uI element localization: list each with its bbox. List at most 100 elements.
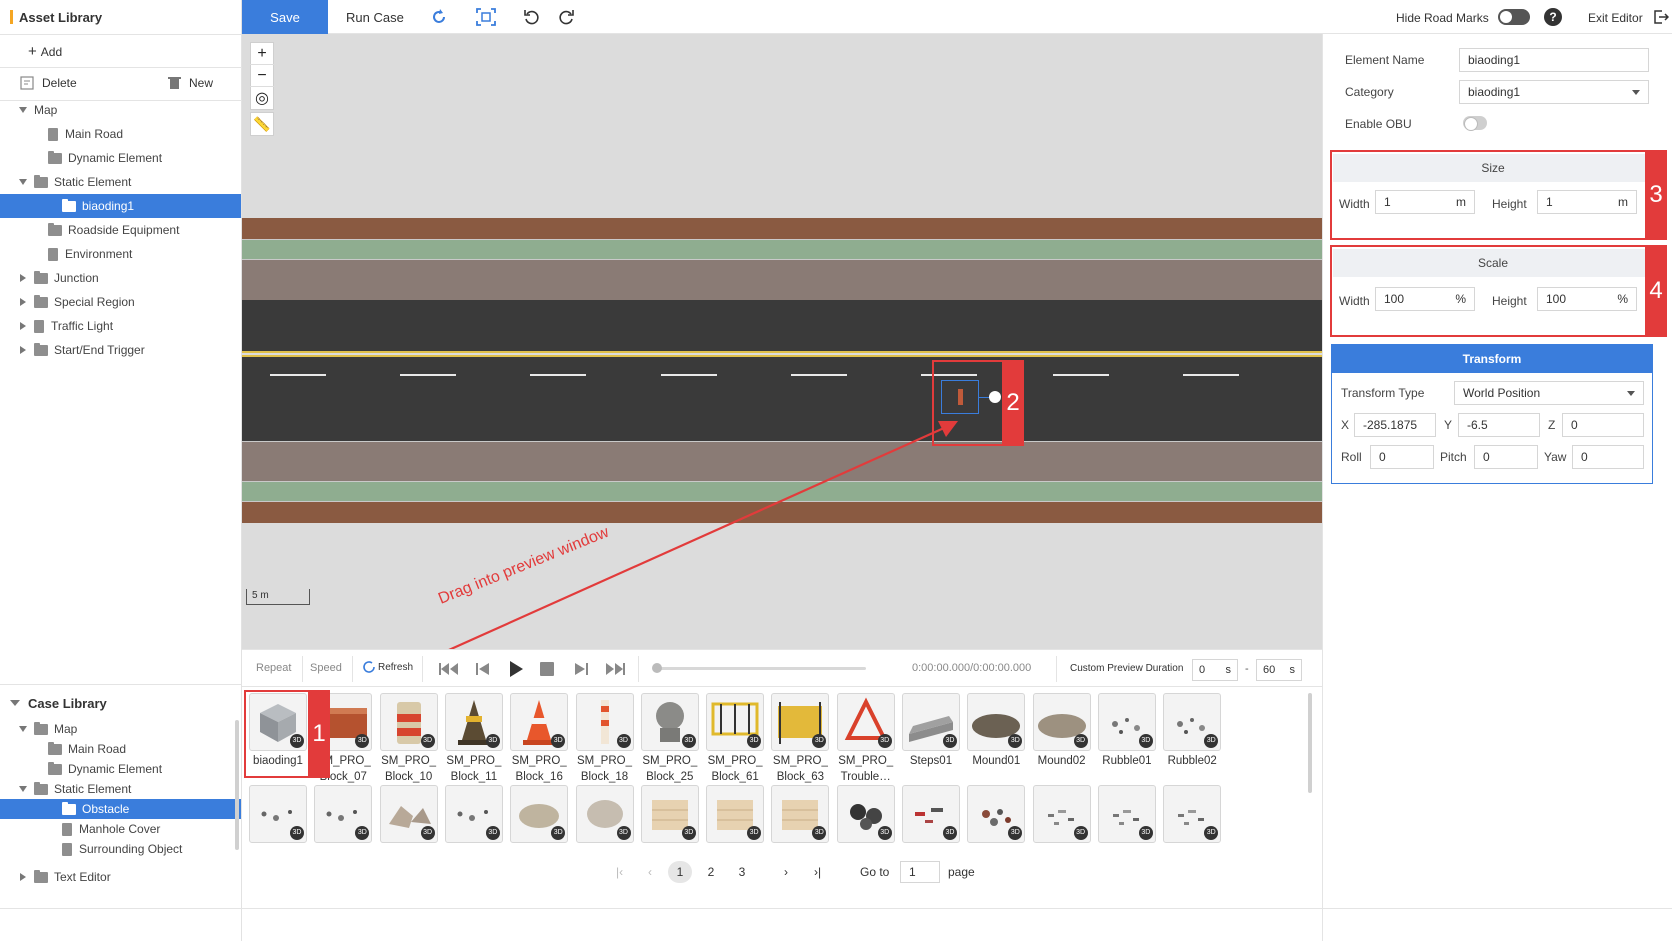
first-page-icon[interactable]: |‹ xyxy=(616,865,623,879)
asset-item[interactable]: 3D xyxy=(640,785,700,843)
asset-item[interactable]: 3D SM_PRO_ Block_11 xyxy=(444,693,504,785)
asset-item[interactable]: 3D xyxy=(379,785,439,843)
tree-item[interactable]: Roadside Equipment xyxy=(0,218,241,242)
step-back-icon[interactable] xyxy=(474,661,492,677)
asset-item[interactable]: 3D SM_PRO_ Block_61 xyxy=(705,693,765,785)
asset-item[interactable]: 3D xyxy=(444,785,504,843)
tree-item[interactable]: Map xyxy=(0,719,241,739)
pitch-input[interactable]: 0 xyxy=(1474,445,1538,469)
skip-to-start-icon[interactable] xyxy=(438,661,460,677)
element-name-input[interactable]: biaoding1 xyxy=(1459,48,1649,72)
scrollbar[interactable] xyxy=(235,720,239,850)
speed-button[interactable]: Speed xyxy=(310,662,342,674)
stop-icon[interactable] xyxy=(540,662,554,676)
tree-item[interactable]: Start/End Trigger xyxy=(0,338,241,362)
caret-down-icon[interactable] xyxy=(18,784,28,794)
tree-item[interactable]: Manhole Cover xyxy=(0,819,241,839)
transform-type-select[interactable]: World Position xyxy=(1454,381,1644,405)
repeat-button[interactable]: Repeat xyxy=(256,662,291,674)
tree-item[interactable]: Special Region xyxy=(0,290,241,314)
skip-to-end-icon[interactable] xyxy=(604,661,626,677)
asset-item[interactable]: 3D xyxy=(1162,785,1222,843)
asset-item[interactable]: 3D xyxy=(836,785,896,843)
enable-obu-toggle[interactable] xyxy=(1463,116,1487,131)
zoom-in-button[interactable]: + xyxy=(250,43,274,65)
asset-item[interactable]: 3D xyxy=(575,785,635,843)
asset-item[interactable]: 3D SM_PRO_ Block_63 xyxy=(770,693,830,785)
caret-right-icon[interactable] xyxy=(18,297,28,307)
category-select[interactable]: biaoding1 xyxy=(1459,80,1649,104)
yaw-input[interactable]: 0 xyxy=(1572,445,1644,469)
case-library-header[interactable]: Case Library xyxy=(0,686,242,720)
asset-item[interactable]: 3D xyxy=(901,785,961,843)
caret-down-icon[interactable] xyxy=(18,177,28,187)
asset-item[interactable]: 3D xyxy=(248,785,308,843)
prev-page-icon[interactable]: ‹ xyxy=(648,865,652,879)
help-icon[interactable]: ? xyxy=(1544,8,1562,26)
timeline-slider[interactable] xyxy=(656,667,866,670)
x-input[interactable]: -285.1875 xyxy=(1354,413,1436,437)
tree-item[interactable]: Dynamic Element xyxy=(0,759,241,779)
asset-item[interactable]: 3D xyxy=(1032,785,1092,843)
asset-item[interactable]: 3D xyxy=(966,785,1026,843)
tree-item[interactable]: Static Element xyxy=(0,779,241,799)
caret-right-icon[interactable] xyxy=(18,273,28,283)
tree-item[interactable]: biaoding1 xyxy=(0,194,241,218)
y-input[interactable]: -6.5 xyxy=(1458,413,1540,437)
new-button[interactable]: New xyxy=(168,76,213,90)
rotate-right-icon[interactable] xyxy=(557,8,575,26)
asset-item[interactable]: 3D xyxy=(1097,785,1157,843)
caret-right-icon[interactable] xyxy=(18,872,28,882)
duration-start-input[interactable]: 0 s xyxy=(1192,659,1238,681)
asset-item[interactable]: 3D Rubble02 xyxy=(1162,693,1222,769)
asset-item[interactable]: 3D SM_PRO_ Block_18 xyxy=(575,693,635,785)
roll-input[interactable]: 0 xyxy=(1370,445,1434,469)
page-number-button[interactable]: 1 xyxy=(668,861,692,883)
tree-item[interactable]: Environment xyxy=(0,242,241,266)
timeline-handle[interactable] xyxy=(652,663,662,673)
tree-item[interactable]: Text Editor xyxy=(0,867,241,887)
asset-item[interactable]: 3D Mound01 xyxy=(966,693,1026,769)
caret-right-icon[interactable] xyxy=(18,321,28,331)
add-button[interactable]: + Add xyxy=(28,43,62,60)
asset-item[interactable]: 3D SM_PRO_ Block_16 xyxy=(509,693,569,785)
last-page-icon[interactable]: ›| xyxy=(814,865,821,879)
tree-item[interactable]: Main Road xyxy=(0,122,241,146)
caret-down-icon[interactable] xyxy=(18,724,28,734)
tree-item[interactable]: Junction xyxy=(0,266,241,290)
asset-item[interactable]: 3D SM_PRO_ Block_25 xyxy=(640,693,700,785)
asset-scrollbar[interactable] xyxy=(1308,693,1312,793)
caret-right-icon[interactable] xyxy=(18,345,28,355)
step-forward-icon[interactable] xyxy=(572,661,590,677)
target-icon[interactable]: ◎ xyxy=(250,87,274,109)
asset-item[interactable]: 3D xyxy=(509,785,569,843)
page-number-button[interactable]: 2 xyxy=(699,861,723,883)
run-case-button[interactable]: Run Case xyxy=(346,10,404,25)
tree-item[interactable]: Map xyxy=(0,98,241,122)
play-icon[interactable] xyxy=(508,660,524,678)
asset-library-header[interactable]: Asset Library xyxy=(0,0,242,34)
tree-item[interactable]: Dynamic Element xyxy=(0,146,241,170)
exit-editor-button[interactable]: Exit Editor xyxy=(1588,11,1643,25)
tree-item[interactable]: Main Road xyxy=(0,739,241,759)
tree-item[interactable]: Surrounding Object xyxy=(0,839,241,859)
asset-item[interactable]: 3D SM_PRO_ Block_10 xyxy=(379,693,439,785)
caret-down-icon[interactable] xyxy=(18,105,28,115)
hide-road-marks-toggle[interactable] xyxy=(1498,9,1530,25)
ruler-icon[interactable]: 📏 xyxy=(250,113,274,135)
goto-page-input[interactable]: 1 xyxy=(900,861,940,883)
asset-item[interactable]: 3D xyxy=(705,785,765,843)
asset-item[interactable]: 3D SM_PRO_ Trouble… xyxy=(836,693,896,785)
asset-item[interactable]: 3D xyxy=(313,785,373,843)
z-input[interactable]: 0 xyxy=(1562,413,1644,437)
page-number-button[interactable]: 3 xyxy=(730,861,754,883)
save-button[interactable]: Save xyxy=(242,0,328,34)
preview-canvas[interactable]: + − ◎ 📏 2 5 m xyxy=(242,34,1322,649)
tree-item[interactable]: Traffic Light xyxy=(0,314,241,338)
tree-item[interactable]: Static Element xyxy=(0,170,241,194)
redo-arrow-icon[interactable] xyxy=(430,8,448,26)
exit-icon[interactable] xyxy=(1653,9,1669,25)
asset-item[interactable]: 3D Rubble01 xyxy=(1097,693,1157,769)
refresh-button[interactable]: Refresh xyxy=(362,660,413,674)
asset-item[interactable]: 3D Mound02 xyxy=(1032,693,1092,769)
